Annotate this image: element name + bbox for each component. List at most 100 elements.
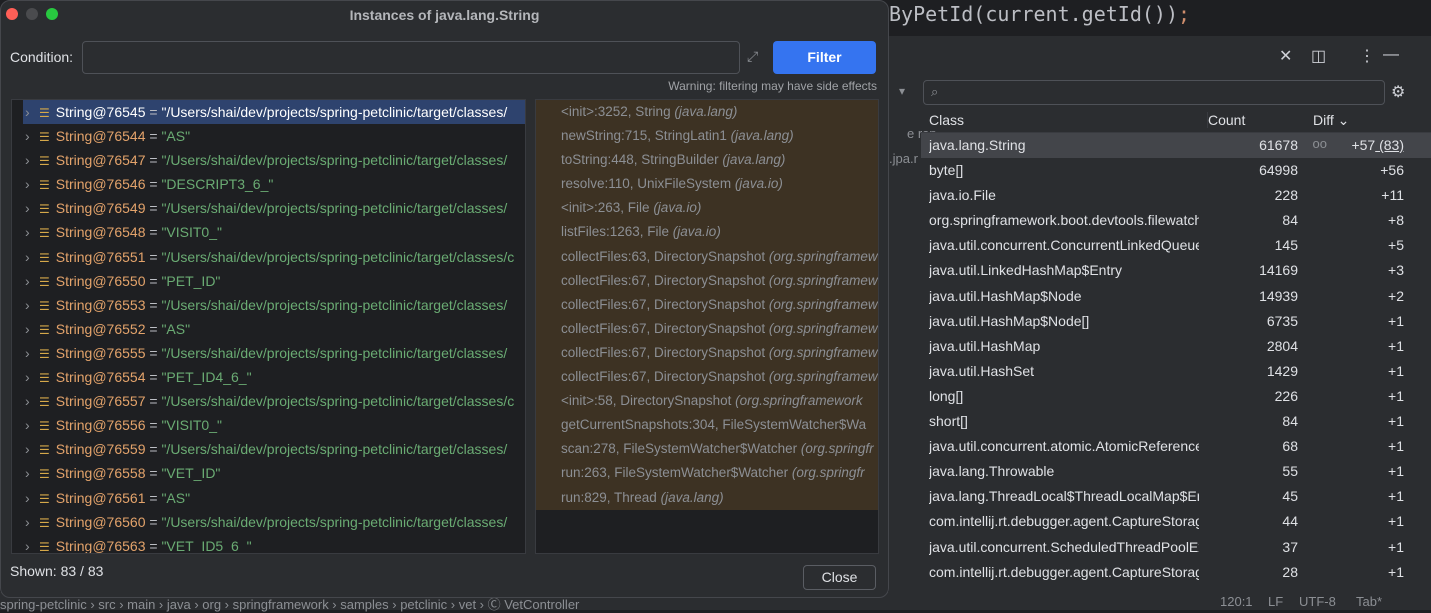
column-diff[interactable]: Diff ⌄: [1313, 112, 1349, 129]
frame-package: (org.springfr: [791, 465, 865, 481]
condition-input[interactable]: [82, 41, 740, 74]
diff-value: +11: [1381, 187, 1404, 203]
instance-row[interactable]: › ☰ String@76560 = "/Users/shai/dev/projec…: [23, 510, 525, 534]
column-class[interactable]: Class: [929, 112, 964, 128]
diff-number: +1: [1388, 362, 1404, 379]
table-row[interactable]: java.util.HashSet 1429 +1: [921, 359, 1431, 384]
chevron-right-icon[interactable]: ›: [25, 389, 30, 413]
table-row[interactable]: long[] 226 +1: [921, 384, 1431, 409]
instance-row[interactable]: › ☰ String@76545 = "/Users/shai/dev/projec…: [23, 100, 525, 125]
instance-row[interactable]: › ☰ String@76547 = "/Users/shai/dev/projec…: [23, 148, 525, 172]
stack-frame[interactable]: resolve:110, UnixFileSystem (java.io): [536, 172, 878, 196]
instance-row[interactable]: › ☰ String@76544 = "AS": [23, 124, 525, 148]
table-row[interactable]: com.intellij.rt.debugger.agent.CaptureSt…: [921, 560, 1431, 585]
chevron-right-icon[interactable]: ›: [25, 317, 30, 341]
layout-icon[interactable]: ◫: [1311, 46, 1326, 66]
indent[interactable]: Tab*: [1356, 594, 1382, 609]
column-count[interactable]: Count: [1207, 112, 1245, 128]
stack-frame[interactable]: collectFiles:63, DirectorySnapshot (org.…: [536, 245, 878, 269]
chevron-right-icon[interactable]: ›: [25, 124, 30, 148]
chevron-right-icon[interactable]: ›: [25, 510, 30, 534]
table-row[interactable]: java.lang.Throwable 55 +1: [921, 459, 1431, 484]
stack-frame[interactable]: <init>:263, File (java.io): [536, 196, 878, 220]
instance-row[interactable]: › ☰ String@76549 = "/Users/shai/dev/projec…: [23, 196, 525, 220]
chevron-right-icon[interactable]: ›: [25, 461, 30, 485]
chevron-right-icon[interactable]: ›: [25, 269, 30, 293]
table-row[interactable]: java.util.HashMap 2804 +1: [921, 334, 1431, 359]
table-row[interactable]: short[] 84 +1: [921, 409, 1431, 434]
class-search-input[interactable]: ⌕: [923, 80, 1385, 105]
field-icon: ☰: [39, 443, 50, 458]
close-button[interactable]: Close: [803, 565, 876, 590]
more-options-icon[interactable]: ⋮: [1359, 46, 1375, 66]
diff-instances-link[interactable]: (83): [1375, 137, 1404, 153]
caret-position[interactable]: 120:1: [1220, 594, 1253, 609]
equals-sign: =: [145, 320, 162, 337]
table-row[interactable]: java.util.HashMap$Node 14939 +2: [921, 284, 1431, 309]
dropdown-icon[interactable]: ▾: [899, 84, 905, 98]
instance-row[interactable]: › ☰ String@76546 = "DESCRIPT3_6_": [23, 172, 525, 196]
instance-row[interactable]: › ☰ String@76561 = "AS": [23, 486, 525, 510]
instance-row[interactable]: › ☰ String@76556 = "VISIT0_": [23, 413, 525, 437]
line-separator[interactable]: LF: [1268, 594, 1283, 609]
instance-row[interactable]: › ☰ String@76558 = "VET_ID": [23, 461, 525, 485]
instance-row[interactable]: › ☰ String@76551 = "/Users/shai/dev/projec…: [23, 245, 525, 269]
stack-frame[interactable]: collectFiles:67, DirectorySnapshot (org.…: [536, 269, 878, 293]
chevron-right-icon[interactable]: ›: [25, 365, 30, 389]
stack-frame[interactable]: getCurrentSnapshots:304, FileSystemWatch…: [536, 413, 878, 437]
table-row[interactable]: byte[] 64998 +56: [921, 158, 1431, 183]
chevron-right-icon[interactable]: ›: [25, 196, 30, 220]
stack-frame[interactable]: listFiles:1263, File (java.io): [536, 220, 878, 244]
stack-frame[interactable]: <init>:3252, String (java.lang): [536, 100, 878, 124]
table-row[interactable]: com.intellij.rt.debugger.agent.CaptureSt…: [921, 509, 1431, 534]
table-row[interactable]: java.util.concurrent.ConcurrentLinkedQue…: [921, 233, 1431, 258]
code-editor-line[interactable]: ByPetId(current.getId());: [889, 0, 1409, 36]
table-row[interactable]: java.lang.String 61678 oo +57 (83): [921, 133, 1431, 159]
table-row[interactable]: java.lang.ThreadLocal$ThreadLocalMap$Ent…: [921, 484, 1431, 509]
instance-row[interactable]: › ☰ String@76563 = "VET_ID5_6_": [23, 534, 525, 553]
close-icon[interactable]: ✕: [1279, 46, 1292, 66]
stack-frame[interactable]: collectFiles:67, DirectorySnapshot (org.…: [536, 341, 878, 365]
stack-frame[interactable]: run:263, FileSystemWatcher$Watcher (org.…: [536, 461, 878, 485]
chevron-right-icon[interactable]: ›: [25, 220, 30, 244]
minimize-icon[interactable]: —: [1383, 46, 1399, 64]
chevron-right-icon[interactable]: ›: [25, 534, 30, 553]
chevron-right-icon[interactable]: ›: [25, 437, 30, 461]
stack-frame[interactable]: newString:715, StringLatin1 (java.lang): [536, 124, 878, 148]
stack-frame[interactable]: <init>:58, DirectorySnapshot (org.spring…: [536, 389, 878, 413]
filter-button[interactable]: Filter: [773, 41, 876, 74]
instance-row[interactable]: › ☰ String@76548 = "VISIT0_": [23, 220, 525, 244]
table-row[interactable]: java.util.concurrent.ScheduledThreadPool…: [921, 535, 1431, 560]
chevron-right-icon[interactable]: ›: [25, 486, 30, 510]
instance-row[interactable]: › ☰ String@76553 = "/Users/shai/dev/projec…: [23, 293, 525, 317]
table-row[interactable]: java.util.HashMap$Node[] 6735 +1: [921, 309, 1431, 334]
stack-frame[interactable]: collectFiles:67, DirectorySnapshot (org.…: [536, 293, 878, 317]
stack-frame[interactable]: run:829, Thread (java.lang): [536, 486, 878, 510]
settings-icon[interactable]: ⚙: [1391, 82, 1405, 102]
stack-frame[interactable]: collectFiles:67, DirectorySnapshot (org.…: [536, 365, 878, 389]
chevron-right-icon[interactable]: ›: [25, 293, 30, 317]
table-row[interactable]: java.io.File 228 +11: [921, 183, 1431, 208]
class-name: java.util.HashMap$Node: [929, 287, 1082, 304]
instance-row[interactable]: › ☰ String@76552 = "AS": [23, 317, 525, 341]
instance-name: String@76555: [55, 344, 146, 361]
table-row[interactable]: java.util.concurrent.atomic.AtomicRefere…: [921, 434, 1431, 459]
chevron-right-icon[interactable]: ›: [25, 100, 30, 124]
instance-row[interactable]: › ☰ String@76559 = "/Users/shai/dev/projec…: [23, 437, 525, 461]
stack-frame[interactable]: scan:278, FileSystemWatcher$Watcher (org…: [536, 437, 878, 461]
chevron-right-icon[interactable]: ›: [25, 413, 30, 437]
stack-frame[interactable]: collectFiles:67, DirectorySnapshot (org.…: [536, 317, 878, 341]
table-row[interactable]: org.springframework.boot.devtools.filewa…: [921, 208, 1431, 233]
encoding[interactable]: UTF-8: [1299, 594, 1336, 609]
stack-frame[interactable]: toString:448, StringBuilder (java.lang): [536, 148, 878, 172]
instance-row[interactable]: › ☰ String@76550 = "PET_ID": [23, 269, 525, 293]
chevron-right-icon[interactable]: ›: [25, 245, 30, 269]
instance-row[interactable]: › ☰ String@76555 = "/Users/shai/dev/projec…: [23, 341, 525, 365]
instance-row[interactable]: › ☰ String@76557 = "/Users/shai/dev/projec…: [23, 389, 525, 413]
chevron-right-icon[interactable]: ›: [25, 341, 30, 365]
expand-icon[interactable]: ⤢: [747, 48, 758, 65]
instance-row[interactable]: › ☰ String@76554 = "PET_ID4_6_": [23, 365, 525, 389]
table-row[interactable]: java.util.LinkedHashMap$Entry 14169 +3: [921, 258, 1431, 283]
chevron-right-icon[interactable]: ›: [25, 172, 30, 196]
chevron-right-icon[interactable]: ›: [25, 148, 30, 172]
